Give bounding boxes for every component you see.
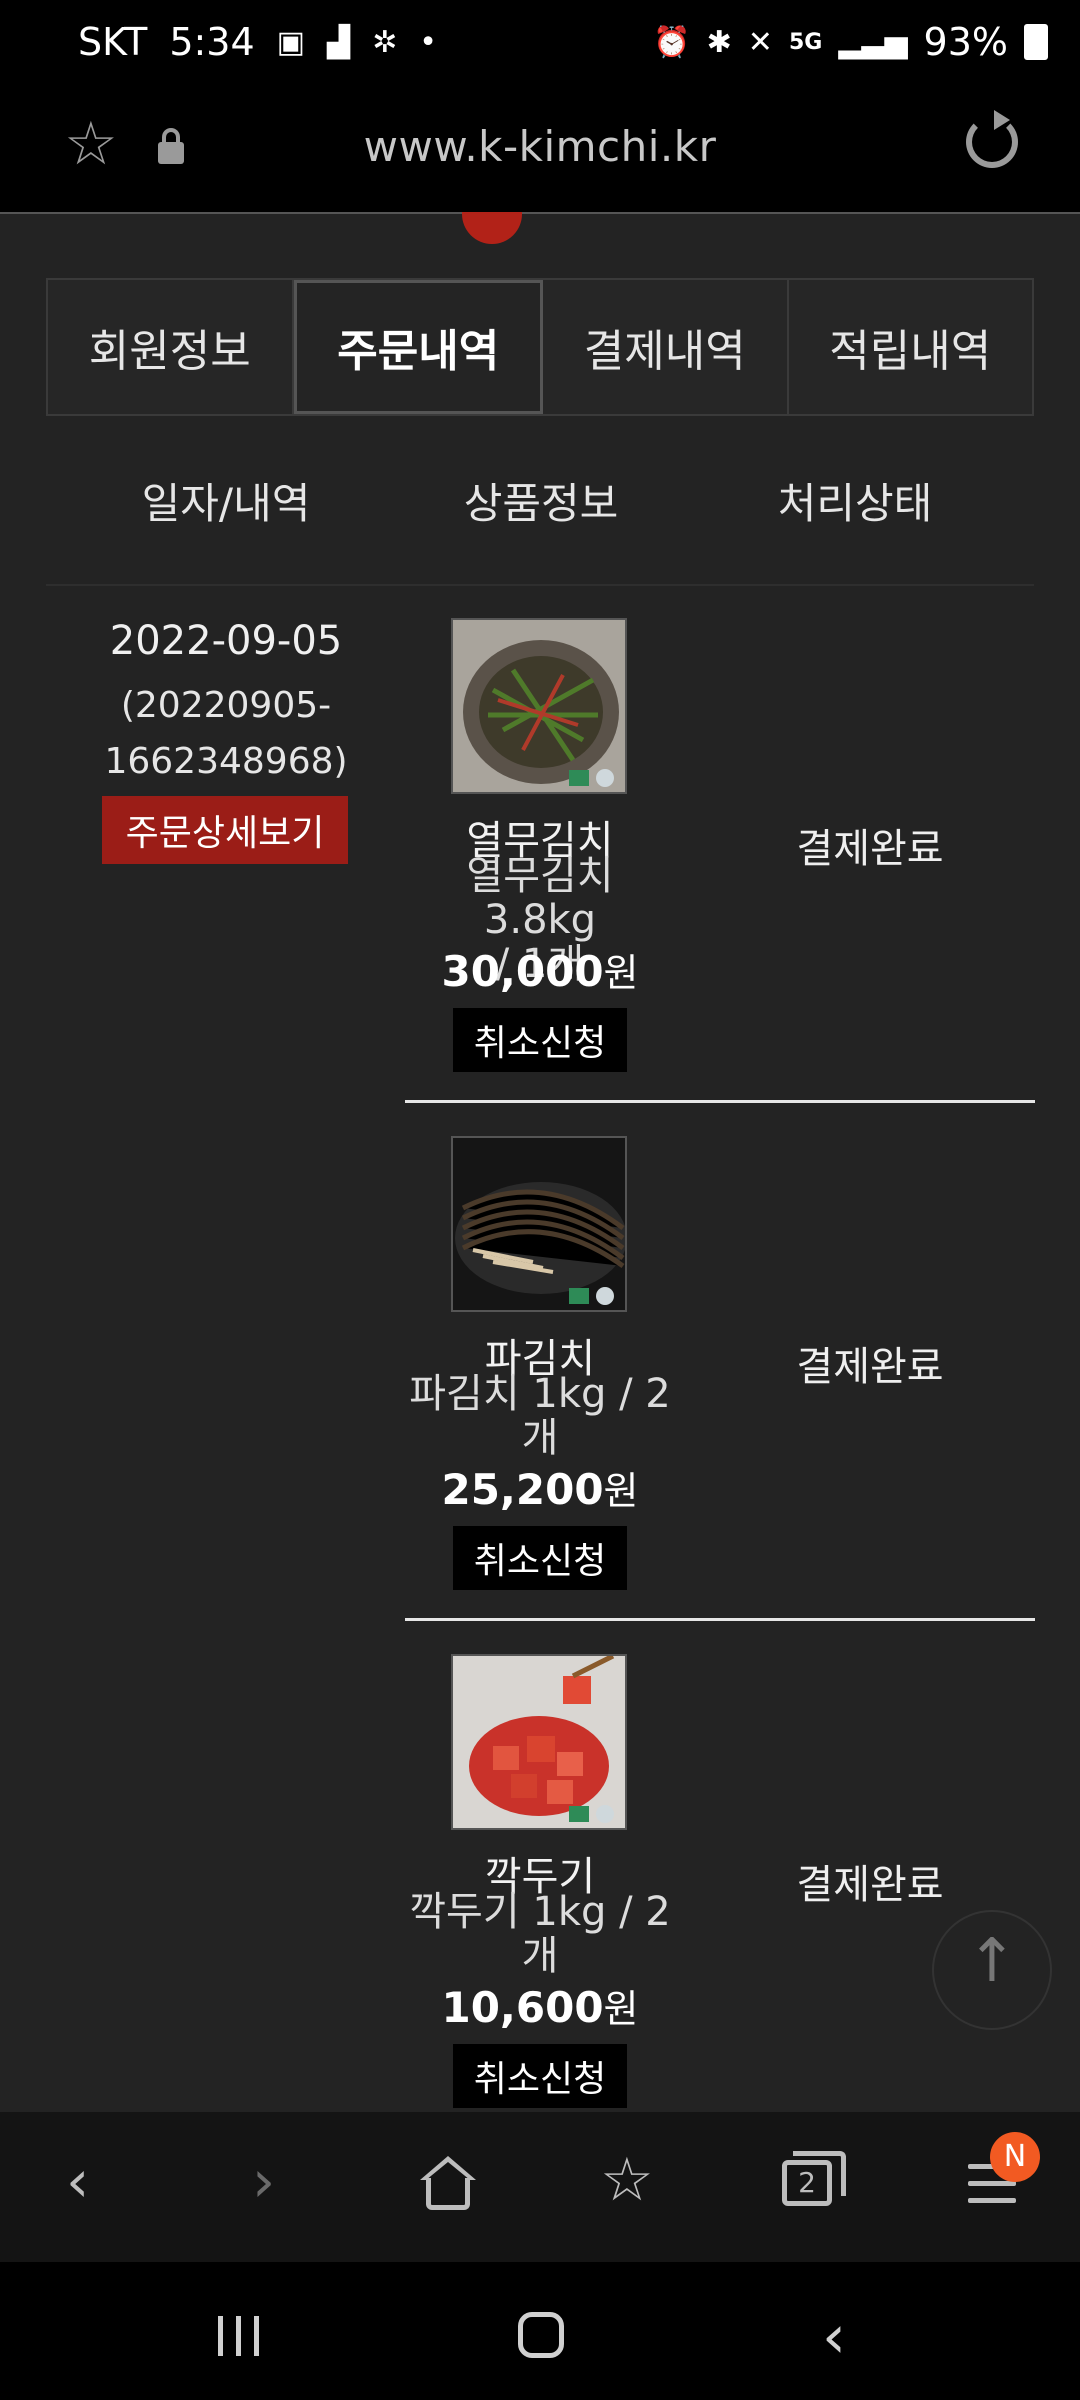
order-date: 2022-09-05 [109, 618, 343, 664]
order-table-header: 일자/내역 상품정보 처리상태 [46, 470, 1034, 531]
site-logo [462, 212, 522, 244]
carrier-label: SKT [78, 20, 148, 64]
mute-icon: ✕ [747, 24, 773, 60]
price-currency: 원 [603, 1987, 639, 2031]
product-option-line2: 개 [521, 1415, 559, 1461]
tab-payment-history[interactable]: 결제내역 [543, 280, 789, 414]
order-status: 결제완료 [796, 1862, 944, 1908]
header-status: 처리상태 [777, 479, 933, 528]
product-image[interactable] [451, 618, 627, 794]
product-option: 파김치 1kg / 2 개 [405, 1372, 675, 1460]
alarm-icon: ⏰ [653, 24, 691, 60]
tab-member-info[interactable]: 회원정보 [48, 280, 294, 414]
product-price: 10,600원 [405, 1978, 675, 2033]
item-divider [405, 1618, 1035, 1621]
product-option-line1: 깍두기 1kg / 2 [409, 1889, 671, 1935]
tab-order-history[interactable]: 주문내역 [293, 280, 543, 414]
time-label: 5:34 [169, 20, 255, 64]
arrow-up-icon: ↑ [966, 1926, 1018, 1996]
scroll-to-top-button[interactable]: ↑ [932, 1910, 1052, 2030]
activity-icon: ✲ [372, 24, 398, 60]
header-date: 일자/내역 [141, 479, 311, 528]
product-option: 깍두기 1kg / 2 개 [405, 1890, 675, 1978]
home-button-icon[interactable] [518, 2312, 564, 2358]
cancel-request-button[interactable]: 취소신청 [453, 1008, 627, 1072]
reload-icon[interactable] [966, 110, 1018, 168]
signal-icon: ▂▃▅ [838, 24, 908, 60]
tab-points-history[interactable]: 적립내역 [788, 280, 1032, 414]
tabs-icon[interactable]: 2 [782, 2151, 846, 2206]
product-image[interactable] [451, 1654, 627, 1830]
bluetooth-icon: ✱ [706, 24, 732, 60]
battery-percent: 93% [923, 20, 1008, 64]
system-back-icon[interactable]: ‹ [822, 2302, 846, 2372]
gallery-icon: ▣ [276, 24, 306, 60]
back-icon[interactable]: ‹ [66, 2152, 89, 2210]
price-value: 25,200 [441, 1465, 604, 1514]
product-option-line2: 개 [521, 1933, 559, 1979]
mypage-tabs: 회원정보 주문내역 결제내역 적립내역 [46, 278, 1034, 416]
product-option-line1: 열무김치 3.8kg [466, 853, 614, 943]
browser-toolbar: ‹ › ☆ 2 N [0, 2112, 1080, 2262]
bookmarks-icon[interactable]: ☆ [600, 2150, 654, 2210]
order-status: 결제완료 [796, 1344, 944, 1390]
divider [46, 584, 1034, 586]
price-value: 10,600 [441, 1983, 604, 2032]
item-divider [405, 1100, 1035, 1103]
battery-icon [1024, 24, 1048, 60]
menu-badge: N [990, 2132, 1040, 2182]
price-currency: 원 [603, 1469, 639, 1513]
order-detail-button[interactable]: 주문상세보기 [102, 796, 348, 864]
recent-apps-icon[interactable] [218, 2316, 262, 2356]
cancel-request-button[interactable]: 취소신청 [453, 2044, 627, 2108]
order-number-line1: (20220905- [120, 685, 332, 726]
url-text[interactable]: www.k-kimchi.kr [0, 122, 1080, 171]
product-price: 30,000원 [405, 942, 675, 997]
system-nav-bar: ‹ [0, 2262, 1080, 2400]
order-status: 결제완료 [796, 826, 944, 872]
product-price: 25,200원 [405, 1460, 675, 1515]
cancel-request-button[interactable]: 취소신청 [453, 1526, 627, 1590]
forward-icon[interactable]: › [252, 2152, 275, 2210]
price-currency: 원 [603, 951, 639, 995]
dot-icon: • [419, 24, 437, 60]
order-number-line2: 1662348968) [104, 741, 348, 782]
notification-icon: ▟ [327, 24, 351, 60]
product-image[interactable] [451, 1136, 627, 1312]
price-value: 30,000 [441, 947, 604, 996]
order-number: (20220905- 1662348968) [46, 678, 406, 790]
status-bar: SKT 5:34 ▣ ▟ ✲ • ⏰ ✱ ✕ 5G ▂▃▅ 93% [0, 0, 1080, 88]
network-label: 5G [788, 29, 823, 55]
home-icon[interactable] [420, 2156, 476, 2210]
product-option-line1: 파김치 1kg / 2 [409, 1371, 671, 1417]
header-product: 상품정보 [463, 479, 619, 528]
url-bar: ☆ www.k-kimchi.kr [0, 88, 1080, 214]
